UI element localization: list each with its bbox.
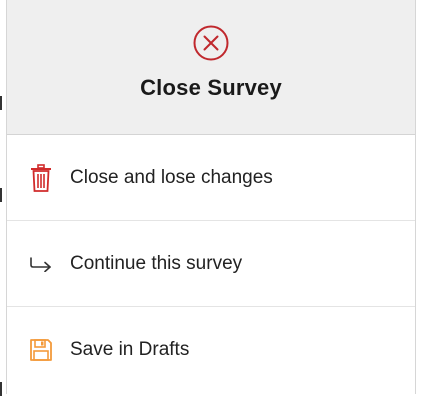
close-circle-icon	[193, 25, 229, 61]
close-and-lose-changes-button[interactable]: Close and lose changes	[7, 135, 415, 221]
background-edge-mark	[0, 96, 2, 110]
continue-survey-button[interactable]: Continue this survey	[7, 221, 415, 307]
action-label: Save in Drafts	[70, 339, 190, 360]
dialog-header: Close Survey	[7, 0, 415, 135]
save-drafts-icon	[26, 335, 56, 365]
arrow-return-right-icon	[26, 249, 56, 279]
dialog-title: Close Survey	[140, 75, 282, 100]
save-in-drafts-button[interactable]: Save in Drafts	[7, 307, 415, 393]
trash-icon	[26, 163, 56, 193]
action-label: Continue this survey	[70, 252, 243, 274]
close-survey-dialog: Close Survey Close and lose changes Cont…	[6, 0, 416, 394]
action-label: Close and lose changes	[70, 166, 273, 188]
background-edge-mark	[0, 188, 2, 202]
